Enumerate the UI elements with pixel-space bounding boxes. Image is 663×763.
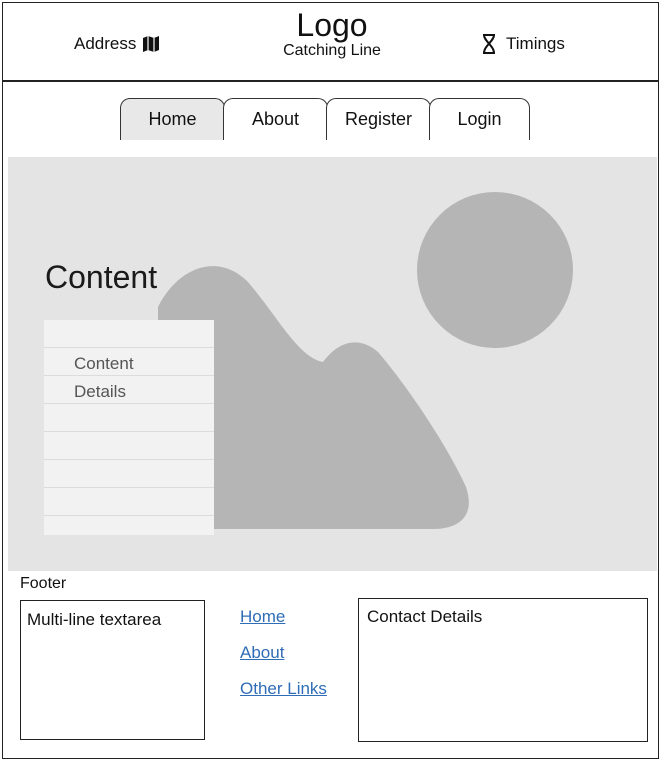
footer-label: Footer	[20, 575, 67, 592]
tab-about-label: About	[251, 109, 300, 129]
footer-links: Home About Other Links	[240, 607, 327, 715]
tab-register[interactable]: Register	[326, 98, 431, 140]
multiline-textarea[interactable]: Multi-line textarea	[20, 600, 205, 740]
hero-image: Content Content Details	[8, 157, 657, 571]
contact-details: Contact Details	[358, 598, 648, 742]
content-title: Content	[45, 259, 158, 295]
tagline: Catching Line	[283, 42, 381, 59]
tab-login-label: Login	[457, 109, 502, 129]
address-label: Address	[74, 34, 137, 53]
timings[interactable]: Timings	[482, 34, 565, 54]
sun-shape	[417, 192, 573, 348]
content-details: Content Details	[74, 354, 134, 401]
footer-link-home[interactable]: Home	[240, 607, 327, 627]
content-details-note: Content Details	[44, 320, 214, 535]
logo-block[interactable]: Logo Catching Line	[252, 8, 412, 60]
tab-home[interactable]: Home	[120, 98, 225, 140]
tab-login[interactable]: Login	[429, 98, 530, 140]
tab-register-label: Register	[344, 109, 413, 129]
footer-link-other[interactable]: Other Links	[240, 679, 327, 699]
header: Address Logo Catching Line Timings	[2, 2, 659, 82]
map-icon	[143, 36, 160, 52]
tab-home-label: Home	[148, 109, 197, 129]
address[interactable]: Address	[74, 34, 160, 54]
timings-label: Timings	[506, 34, 565, 53]
hourglass-icon	[483, 34, 495, 54]
tab-about[interactable]: About	[223, 98, 328, 140]
footer-link-about[interactable]: About	[240, 643, 327, 663]
logo: Logo	[296, 7, 368, 43]
